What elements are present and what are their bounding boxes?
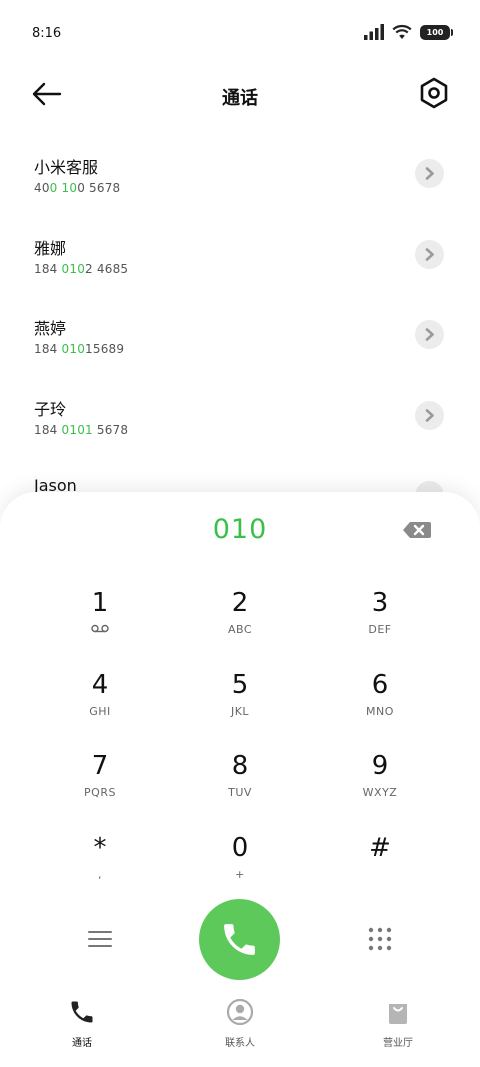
contact-number: 184 0102 4685: [34, 261, 129, 276]
key-digit: 9: [371, 751, 389, 781]
chevron-right-icon: [425, 167, 434, 180]
key-digit: 3: [371, 588, 389, 618]
backspace-button[interactable]: [402, 521, 432, 539]
list-item[interactable]: 子玲 184 0101 5678: [0, 382, 480, 463]
key-letters: +: [235, 867, 245, 881]
key-digit: 6: [371, 669, 389, 700]
chevron-right-icon: [425, 408, 434, 422]
voicemail-icon: [91, 624, 109, 633]
settings-button[interactable]: [418, 76, 450, 112]
contact-detail-button[interactable]: [415, 400, 444, 430]
dialpad-icon: [368, 927, 392, 951]
status-bar: 8:16 100: [0, 0, 480, 66]
gear-icon: [420, 77, 448, 109]
key-digit: 8: [231, 751, 249, 781]
key-letters: ABC: [227, 623, 253, 636]
battery-icon: 100: [420, 24, 453, 40]
key-digit: 1: [91, 588, 109, 618]
wifi-icon: [392, 24, 412, 39]
key-letters: ,: [98, 867, 102, 881]
status-icons: 100: [364, 24, 453, 40]
key-letters: TUV: [228, 786, 252, 799]
key-digit: 4: [91, 669, 109, 700]
contact-name: 雅娜: [34, 238, 67, 258]
key-5[interactable]: 5 JKL: [170, 666, 310, 748]
tab-label: 联系人: [225, 1038, 255, 1049]
header: 通话: [0, 70, 480, 120]
tab-label: 营业厅: [383, 1038, 413, 1049]
shopping-bag-icon: [389, 1004, 407, 1024]
contact-detail-button[interactable]: [415, 159, 444, 188]
tab-label: 通话: [72, 1038, 92, 1049]
phone-icon: [71, 1001, 93, 1023]
signal-icon: [364, 24, 384, 40]
backspace-icon: [403, 522, 431, 538]
key-9[interactable]: 9 WXYZ: [310, 747, 450, 829]
key-letters: PQRS: [84, 786, 116, 799]
key-letters: JKL: [230, 704, 250, 718]
key-letters: [310, 868, 450, 882]
call-button[interactable]: [199, 899, 280, 980]
key-digit: 2: [231, 588, 249, 618]
dialer-actions: [0, 898, 480, 980]
contact-number: 400 100 5678: [34, 181, 121, 195]
contact-number: 184 0101 5678: [34, 422, 129, 437]
key-digit: 0: [231, 832, 249, 863]
key-1[interactable]: 1: [30, 584, 170, 666]
status-time: 8:16: [32, 26, 62, 41]
contact-person-icon: [226, 998, 254, 1026]
contact-detail-button[interactable]: [415, 320, 444, 349]
chevron-right-icon: [425, 247, 434, 261]
key-letters: DEF: [368, 623, 392, 636]
phone-icon: [224, 924, 255, 955]
key-8[interactable]: 8 TUV: [170, 747, 310, 829]
key-6[interactable]: 6 MNO: [310, 666, 450, 748]
key-digit: 7: [91, 751, 109, 781]
tab-calls[interactable]: 通话: [32, 998, 132, 1049]
contact-name: 小米客服: [34, 158, 99, 177]
tab-contacts[interactable]: 联系人: [190, 998, 290, 1049]
contact-number: 184 01015689: [34, 342, 125, 356]
key-digit: #: [369, 832, 391, 863]
key-4[interactable]: 4 GHI: [30, 666, 170, 748]
contact-detail-button[interactable]: [415, 239, 444, 269]
key-letters: MNO: [366, 704, 394, 718]
list-item[interactable]: 小米客服 400 100 5678: [0, 140, 480, 221]
page-title: 通话: [222, 88, 258, 109]
list-item[interactable]: 雅娜 184 0102 4685: [0, 221, 480, 302]
dial-pad-sheet: 010 1 2 ABC 3 DEF 4 GHI 5 JKL 6 MNO 7 PQ…: [0, 492, 480, 1067]
phone-screen: 8:16 100 通话 小米客服 400 100 5678 雅娜 184 010…: [0, 0, 480, 1067]
menu-icon: [88, 931, 112, 947]
tab-store[interactable]: 营业厅: [348, 998, 448, 1049]
contact-name: 燕婷: [34, 319, 67, 338]
chevron-right-icon: [425, 328, 434, 341]
contact-name: 子玲: [34, 399, 67, 419]
key-digit: *: [93, 832, 107, 863]
key-7[interactable]: 7 PQRS: [30, 747, 170, 829]
keypad: 1 2 ABC 3 DEF 4 GHI 5 JKL 6 MNO 7 PQRS 8…: [30, 584, 450, 910]
key-2[interactable]: 2 ABC: [170, 584, 310, 666]
key-letters: GHI: [89, 704, 111, 718]
key-3[interactable]: 3 DEF: [310, 584, 450, 666]
bottom-nav: 通话 联系人 营业厅: [0, 998, 480, 1067]
menu-button[interactable]: [88, 930, 112, 948]
list-item[interactable]: 燕婷 184 01015689: [0, 301, 480, 382]
key-digit: 5: [231, 669, 249, 700]
contact-list: 小米客服 400 100 5678 雅娜 184 0102 4685 燕婷 18…: [0, 140, 480, 543]
keypad-toggle-button[interactable]: [368, 927, 392, 951]
key-letters: WXYZ: [362, 786, 398, 799]
